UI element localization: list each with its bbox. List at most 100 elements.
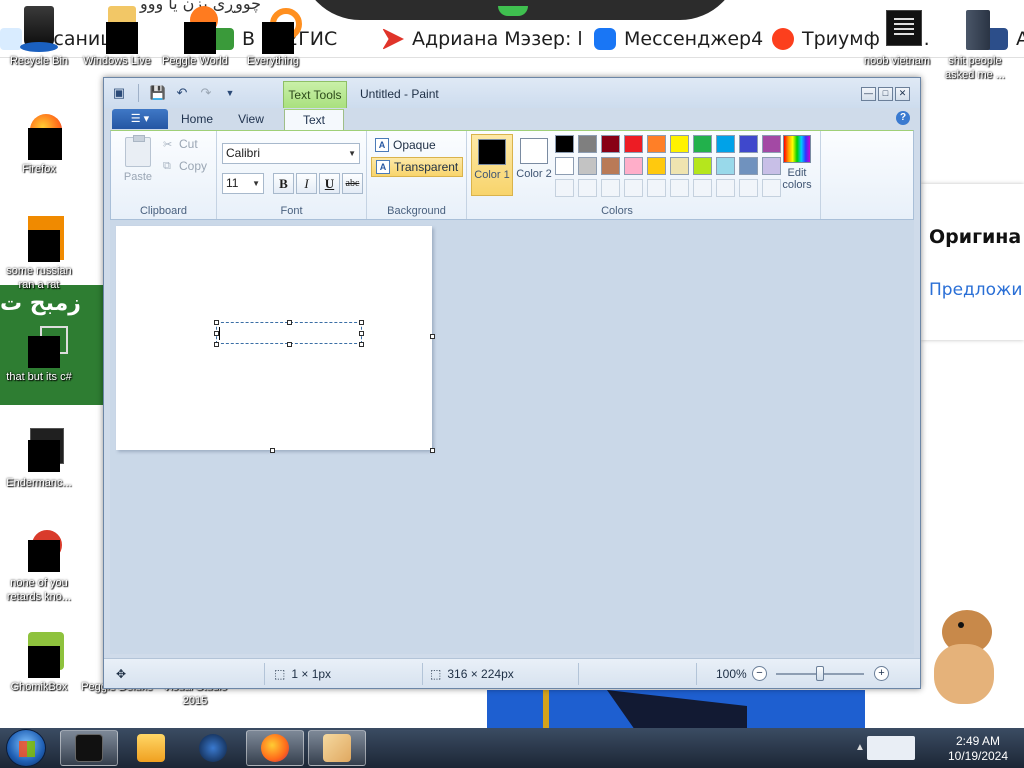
opaque-icon: A xyxy=(375,138,389,152)
clock[interactable]: 2:49 AM 10/19/2024 xyxy=(938,734,1018,764)
palette-color-swatch[interactable] xyxy=(578,135,597,153)
canvas-resize-handle-corner[interactable] xyxy=(430,448,435,453)
palette-custom-slot[interactable] xyxy=(624,179,643,197)
start-button[interactable] xyxy=(6,729,46,767)
canvas-resize-handle-right[interactable] xyxy=(430,334,435,339)
palette-color-swatch[interactable] xyxy=(647,157,666,175)
paint-menu-button[interactable]: ☰ ▾ xyxy=(112,109,168,129)
palette-custom-slot[interactable] xyxy=(601,179,620,197)
palette-color-swatch[interactable] xyxy=(693,135,712,153)
paint-app-icon[interactable]: ▣ xyxy=(110,84,128,102)
desktop-icon-windows-live[interactable]: Windows Live xyxy=(80,6,154,68)
desktop-icon-everything[interactable]: Everything xyxy=(236,6,310,68)
palette-color-swatch[interactable] xyxy=(739,135,758,153)
desktop-icon-recycle-bin[interactable]: Recycle Bin xyxy=(2,6,76,68)
palette-custom-slot[interactable] xyxy=(739,179,758,197)
resize-handle[interactable] xyxy=(359,320,364,325)
palette-custom-slot[interactable] xyxy=(693,179,712,197)
palette-color-swatch[interactable] xyxy=(693,157,712,175)
palette-color-swatch[interactable] xyxy=(647,135,666,153)
close-button[interactable]: ✕ xyxy=(895,87,910,101)
help-icon[interactable]: ? xyxy=(896,111,910,125)
font-size-select[interactable]: 11 ▼ xyxy=(222,173,264,194)
resize-handle[interactable] xyxy=(359,331,364,336)
font-family-select[interactable]: Calibri ▼ xyxy=(222,143,360,164)
desktop-icon-noob-vietnam[interactable]: noob vietnam xyxy=(860,6,934,68)
palette-color-swatch[interactable] xyxy=(716,135,735,153)
resize-handle[interactable] xyxy=(359,342,364,347)
resize-handle[interactable] xyxy=(214,331,219,336)
resize-handle[interactable] xyxy=(214,342,219,347)
italic-button[interactable]: I xyxy=(296,173,317,194)
palette-custom-slot[interactable] xyxy=(716,179,735,197)
desktop-icon-firefox[interactable]: Firefox xyxy=(2,114,76,176)
maximize-button[interactable]: □ xyxy=(878,87,893,101)
palette-color-swatch[interactable] xyxy=(601,135,620,153)
canvas-resize-handle-bottom[interactable] xyxy=(270,448,275,453)
desktop-icon-some-russian[interactable]: some russian ran a rat xyxy=(2,216,76,292)
taskbar-media-player[interactable] xyxy=(122,730,180,766)
transparent-button[interactable]: A Transparent xyxy=(371,157,464,177)
text-input-box[interactable] xyxy=(214,320,364,347)
zoom-in-button[interactable]: + xyxy=(874,666,889,681)
color2-button[interactable]: Color 2 xyxy=(513,134,555,196)
resize-handle[interactable] xyxy=(214,320,219,325)
desktop-icon-shit-people[interactable]: shit people asked me ... xyxy=(938,6,1012,82)
desktop-icon-endermanch[interactable]: Endermanc... xyxy=(2,428,76,490)
bookmark-adriana[interactable]: Адриана Мэзер: l xyxy=(382,26,583,52)
tab-view[interactable]: View xyxy=(228,109,274,130)
underline-button[interactable]: U xyxy=(319,173,340,194)
palette-color-swatch[interactable] xyxy=(716,157,735,175)
resize-handle[interactable] xyxy=(287,320,292,325)
desktop-icon-peggle-world[interactable]: Peggle World xyxy=(158,6,232,68)
undo-icon[interactable]: ↶ xyxy=(173,84,191,102)
tab-home[interactable]: Home xyxy=(174,109,220,130)
tray-expand-icon[interactable]: ▲ xyxy=(855,742,865,753)
zoom-slider-thumb[interactable] xyxy=(816,666,824,681)
opaque-button[interactable]: A Opaque xyxy=(371,135,440,155)
green-banner-text: زمبح ت xyxy=(0,291,81,316)
palette-color-swatch[interactable] xyxy=(578,157,597,175)
drawing-canvas[interactable] xyxy=(116,226,432,450)
palette-color-swatch[interactable] xyxy=(670,135,689,153)
palette-color-swatch[interactable] xyxy=(555,157,574,175)
palette-color-swatch[interactable] xyxy=(624,157,643,175)
palette-color-swatch[interactable] xyxy=(555,135,574,153)
paste-button[interactable]: Paste xyxy=(119,135,157,183)
palette-custom-slot[interactable] xyxy=(670,179,689,197)
palette-custom-slot[interactable] xyxy=(578,179,597,197)
palette-color-swatch[interactable] xyxy=(624,135,643,153)
resize-handle[interactable] xyxy=(287,342,292,347)
color1-button[interactable]: Color 1 xyxy=(471,134,513,196)
taskbar-paint[interactable] xyxy=(308,730,366,766)
strikethrough-button[interactable]: abc xyxy=(342,173,363,194)
redo-icon[interactable]: ↷ xyxy=(197,84,215,102)
save-icon[interactable]: 💾 xyxy=(149,84,167,102)
palette-color-swatch[interactable] xyxy=(739,157,758,175)
taskbar-terminal[interactable] xyxy=(60,730,118,766)
desktop-icon-ghomikbox[interactable]: GhomikBox xyxy=(2,632,76,694)
paint-titlebar[interactable]: ▣ 💾 ↶ ↷ ▼ Text Tools Untitled - Paint — … xyxy=(104,78,920,108)
taskbar-firefox[interactable] xyxy=(246,730,304,766)
status-separator xyxy=(696,663,697,685)
palette-color-swatch[interactable] xyxy=(670,157,689,175)
bookmark-icon xyxy=(772,28,794,50)
minimize-button[interactable]: — xyxy=(861,87,876,101)
edit-colors-button[interactable]: Edit colors xyxy=(777,135,817,191)
palette-custom-slot[interactable] xyxy=(647,179,666,197)
desktop-icon-that-but-its-cs[interactable]: that but its c# xyxy=(2,322,76,384)
cut-button[interactable]: ✂ Cut xyxy=(163,137,198,151)
palette-color-swatch[interactable] xyxy=(601,157,620,175)
palette-custom-slot[interactable] xyxy=(555,179,574,197)
zoom-slider[interactable] xyxy=(776,666,864,681)
qat-dropdown-icon[interactable]: ▼ xyxy=(221,84,239,102)
tray-app-icon[interactable] xyxy=(867,736,915,760)
bold-button[interactable]: B xyxy=(273,173,294,194)
desktop-icon-none-of-you[interactable]: none of you retards kno... xyxy=(2,528,76,604)
bookmark-messenger[interactable]: Мессенджер4 xyxy=(594,26,763,52)
side-card-link[interactable]: Предложи xyxy=(929,280,1022,300)
tab-text[interactable]: Text xyxy=(284,109,344,130)
copy-button[interactable]: ⧉ Copy xyxy=(163,159,207,173)
taskbar-app-globe[interactable] xyxy=(184,730,242,766)
zoom-out-button[interactable]: − xyxy=(752,666,767,681)
